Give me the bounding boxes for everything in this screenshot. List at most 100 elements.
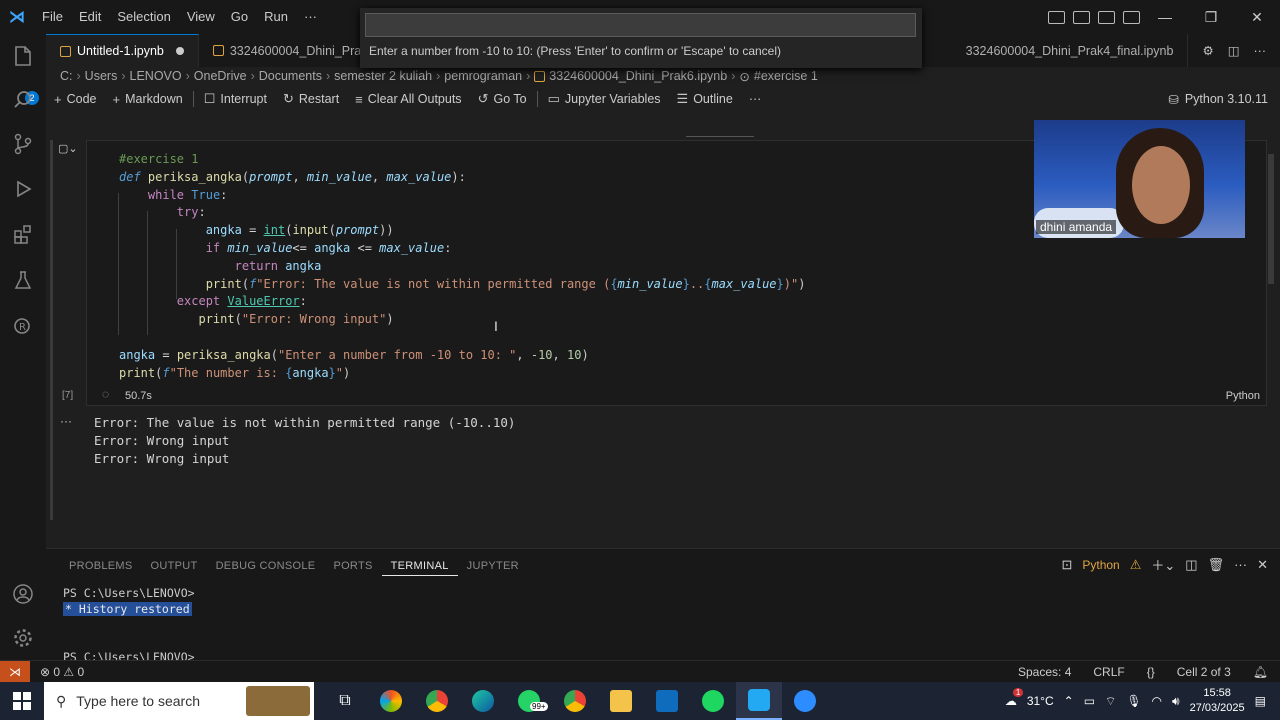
split-editor-icon[interactable]: ◫ <box>1228 43 1240 58</box>
menu-file[interactable]: File <box>34 0 71 34</box>
account-icon[interactable] <box>9 580 37 608</box>
breadcrumb-item[interactable]: LENOVO <box>130 69 182 83</box>
warning-icon[interactable]: ⚠ <box>1130 557 1142 573</box>
outline-button[interactable]: ☰ Outline <box>669 91 741 107</box>
restore-icon[interactable]: ❐ <box>1188 9 1234 26</box>
breadcrumb-item[interactable]: Documents <box>259 69 322 83</box>
volume-icon[interactable]: 🔊︎ <box>1172 694 1180 709</box>
tab-ports[interactable]: PORTS <box>324 557 381 576</box>
indentation[interactable]: Spaces: 4 <box>1018 665 1071 679</box>
trash-icon[interactable]: 🗑 <box>1208 557 1225 573</box>
tab-problems[interactable]: PROBLEMS <box>60 557 142 576</box>
source-control-icon[interactable] <box>9 130 37 158</box>
battery-icon[interactable]: ▭ <box>1084 694 1095 708</box>
breadcrumb-item[interactable]: C: <box>60 69 73 83</box>
manage-gear-icon[interactable] <box>9 624 37 652</box>
outlook-icon[interactable] <box>644 682 690 720</box>
clock[interactable]: 15:58 27/03/2025 <box>1190 686 1245 716</box>
menu-view[interactable]: View <box>179 0 223 34</box>
microphone-icon[interactable]: 🎙︎ <box>1126 694 1141 708</box>
testing-icon[interactable] <box>9 266 37 294</box>
output-more-button[interactable]: ··· <box>60 414 72 428</box>
edge-icon[interactable] <box>460 682 506 720</box>
weather-temp[interactable]: 31°C <box>1027 694 1054 708</box>
cell-drag-handle[interactable] <box>686 136 754 137</box>
shell-label[interactable]: Python <box>1082 558 1119 572</box>
menu-go[interactable]: Go <box>223 0 256 34</box>
menu-selection[interactable]: Selection <box>109 0 178 34</box>
cell-position[interactable]: Cell 2 of 3 <box>1177 665 1231 679</box>
wifi-icon[interactable]: ◠ <box>1152 694 1162 708</box>
weather-icon[interactable]: ☁ 1 <box>1005 688 1024 708</box>
breadcrumb-item[interactable]: OneDrive <box>194 69 247 83</box>
copilot-icon[interactable] <box>368 682 414 720</box>
kernel-picker[interactable]: ⛁ Python 3.10.11 <box>1168 86 1268 112</box>
new-terminal-icon[interactable]: ＋⌄ <box>1151 555 1175 574</box>
problems-count[interactable]: ⊗ 0 ⚠ 0 <box>40 665 84 679</box>
editor-scrollbar[interactable] <box>1268 154 1274 284</box>
file-explorer-icon[interactable] <box>598 682 644 720</box>
restart-button[interactable]: ↻ Restart <box>275 91 347 107</box>
more-actions-icon[interactable]: ··· <box>1254 44 1267 58</box>
goto-button[interactable]: ↺ Go To <box>470 91 535 107</box>
gear-icon[interactable]: ⚙ <box>1202 43 1213 58</box>
split-terminal-icon[interactable]: ◫ <box>1185 557 1197 573</box>
more-toolbar-button[interactable]: ··· <box>741 92 770 106</box>
search-icon[interactable] <box>9 86 37 114</box>
vscode-taskbar-icon[interactable] <box>736 682 782 720</box>
remote-explorer-icon[interactable]: R <box>9 312 37 340</box>
chrome-icon[interactable] <box>414 682 460 720</box>
tab-debug-console[interactable]: DEBUG CONSOLE <box>207 557 325 576</box>
terminal-line: PS C:\Users\LENOVO> <box>63 586 195 600</box>
tab-prak4-final[interactable]: 3324600004_Dhini_Prak4_final.ipynb <box>952 34 1189 67</box>
menu-more[interactable]: ··· <box>296 0 325 34</box>
tab-jupyter[interactable]: JUPYTER <box>458 557 528 576</box>
goto-label: Go To <box>493 92 527 106</box>
extensions-icon[interactable] <box>9 220 37 248</box>
terminal-content[interactable]: PS C:\Users\LENOVO> * History restored PS… <box>63 585 195 665</box>
language-braces[interactable]: {} <box>1147 665 1155 679</box>
close-panel-icon[interactable]: ✕ <box>1257 557 1268 573</box>
whatsapp-icon[interactable]: 99+ <box>506 682 552 720</box>
toggle-secondary-sidebar-icon[interactable] <box>1123 10 1140 24</box>
tab-output[interactable]: OUTPUT <box>142 557 207 576</box>
menu-edit[interactable]: Edit <box>71 0 109 34</box>
interrupt-button[interactable]: ☐ Interrupt <box>196 91 275 107</box>
customize-layout-icon[interactable] <box>1048 10 1065 24</box>
windows-start-icon[interactable] <box>0 682 44 720</box>
breadcrumb-item[interactable]: pemrograman <box>444 69 522 83</box>
network-icon[interactable]: ⌔ <box>1105 694 1116 709</box>
remote-indicator-icon[interactable]: ⋊ <box>0 660 30 683</box>
add-code-button[interactable]: + Code <box>46 92 104 107</box>
unsaved-dot-icon[interactable] <box>175 47 184 55</box>
task-view-icon[interactable]: ⧉ <box>322 682 368 720</box>
more-actions-icon[interactable]: ··· <box>1234 557 1247 572</box>
cell-collapse-icon[interactable]: ▢⌄ <box>58 142 78 155</box>
notifications-bell-icon[interactable]: 🔔︎ <box>1253 665 1268 679</box>
zoom-icon[interactable] <box>782 682 828 720</box>
menu-run[interactable]: Run <box>256 0 296 34</box>
clear-outputs-button[interactable]: ≡ Clear All Outputs <box>347 92 469 107</box>
code-content[interactable]: #exercise 1 def periksa_angka(prompt, mi… <box>119 151 805 382</box>
breadcrumb-item[interactable]: semester 2 kuliah <box>334 69 432 83</box>
breadcrumb-item[interactable]: Users <box>85 69 118 83</box>
tab-terminal[interactable]: TERMINAL <box>381 557 458 576</box>
add-markdown-button[interactable]: + Markdown <box>104 92 190 107</box>
breadcrumb-item[interactable]: 3324600004_Dhini_Prak6.ipynb <box>549 69 727 83</box>
notification-center-icon[interactable]: ▤ <box>1255 694 1266 708</box>
run-debug-icon[interactable] <box>9 175 37 203</box>
minimize-icon[interactable]: — <box>1142 9 1188 25</box>
breadcrumb-item[interactable]: #exercise 1 <box>754 69 818 83</box>
jupyter-variables-button[interactable]: ▭ Jupyter Variables <box>540 91 669 107</box>
input-prompt-field[interactable] <box>365 13 916 37</box>
explorer-icon[interactable] <box>9 42 37 70</box>
tab-untitled-1[interactable]: Untitled-1.ipynb <box>46 34 199 67</box>
line-ending[interactable]: CRLF <box>1093 665 1124 679</box>
toggle-sidebar-icon[interactable] <box>1073 10 1090 24</box>
close-icon[interactable]: ✕ <box>1234 9 1280 26</box>
chrome-profile-icon[interactable] <box>552 682 598 720</box>
spotify-icon[interactable] <box>690 682 736 720</box>
show-hidden-icons-icon[interactable]: ⌃ <box>1064 694 1074 708</box>
cell-language[interactable]: Python <box>1226 390 1260 402</box>
toggle-panel-icon[interactable] <box>1098 10 1115 24</box>
